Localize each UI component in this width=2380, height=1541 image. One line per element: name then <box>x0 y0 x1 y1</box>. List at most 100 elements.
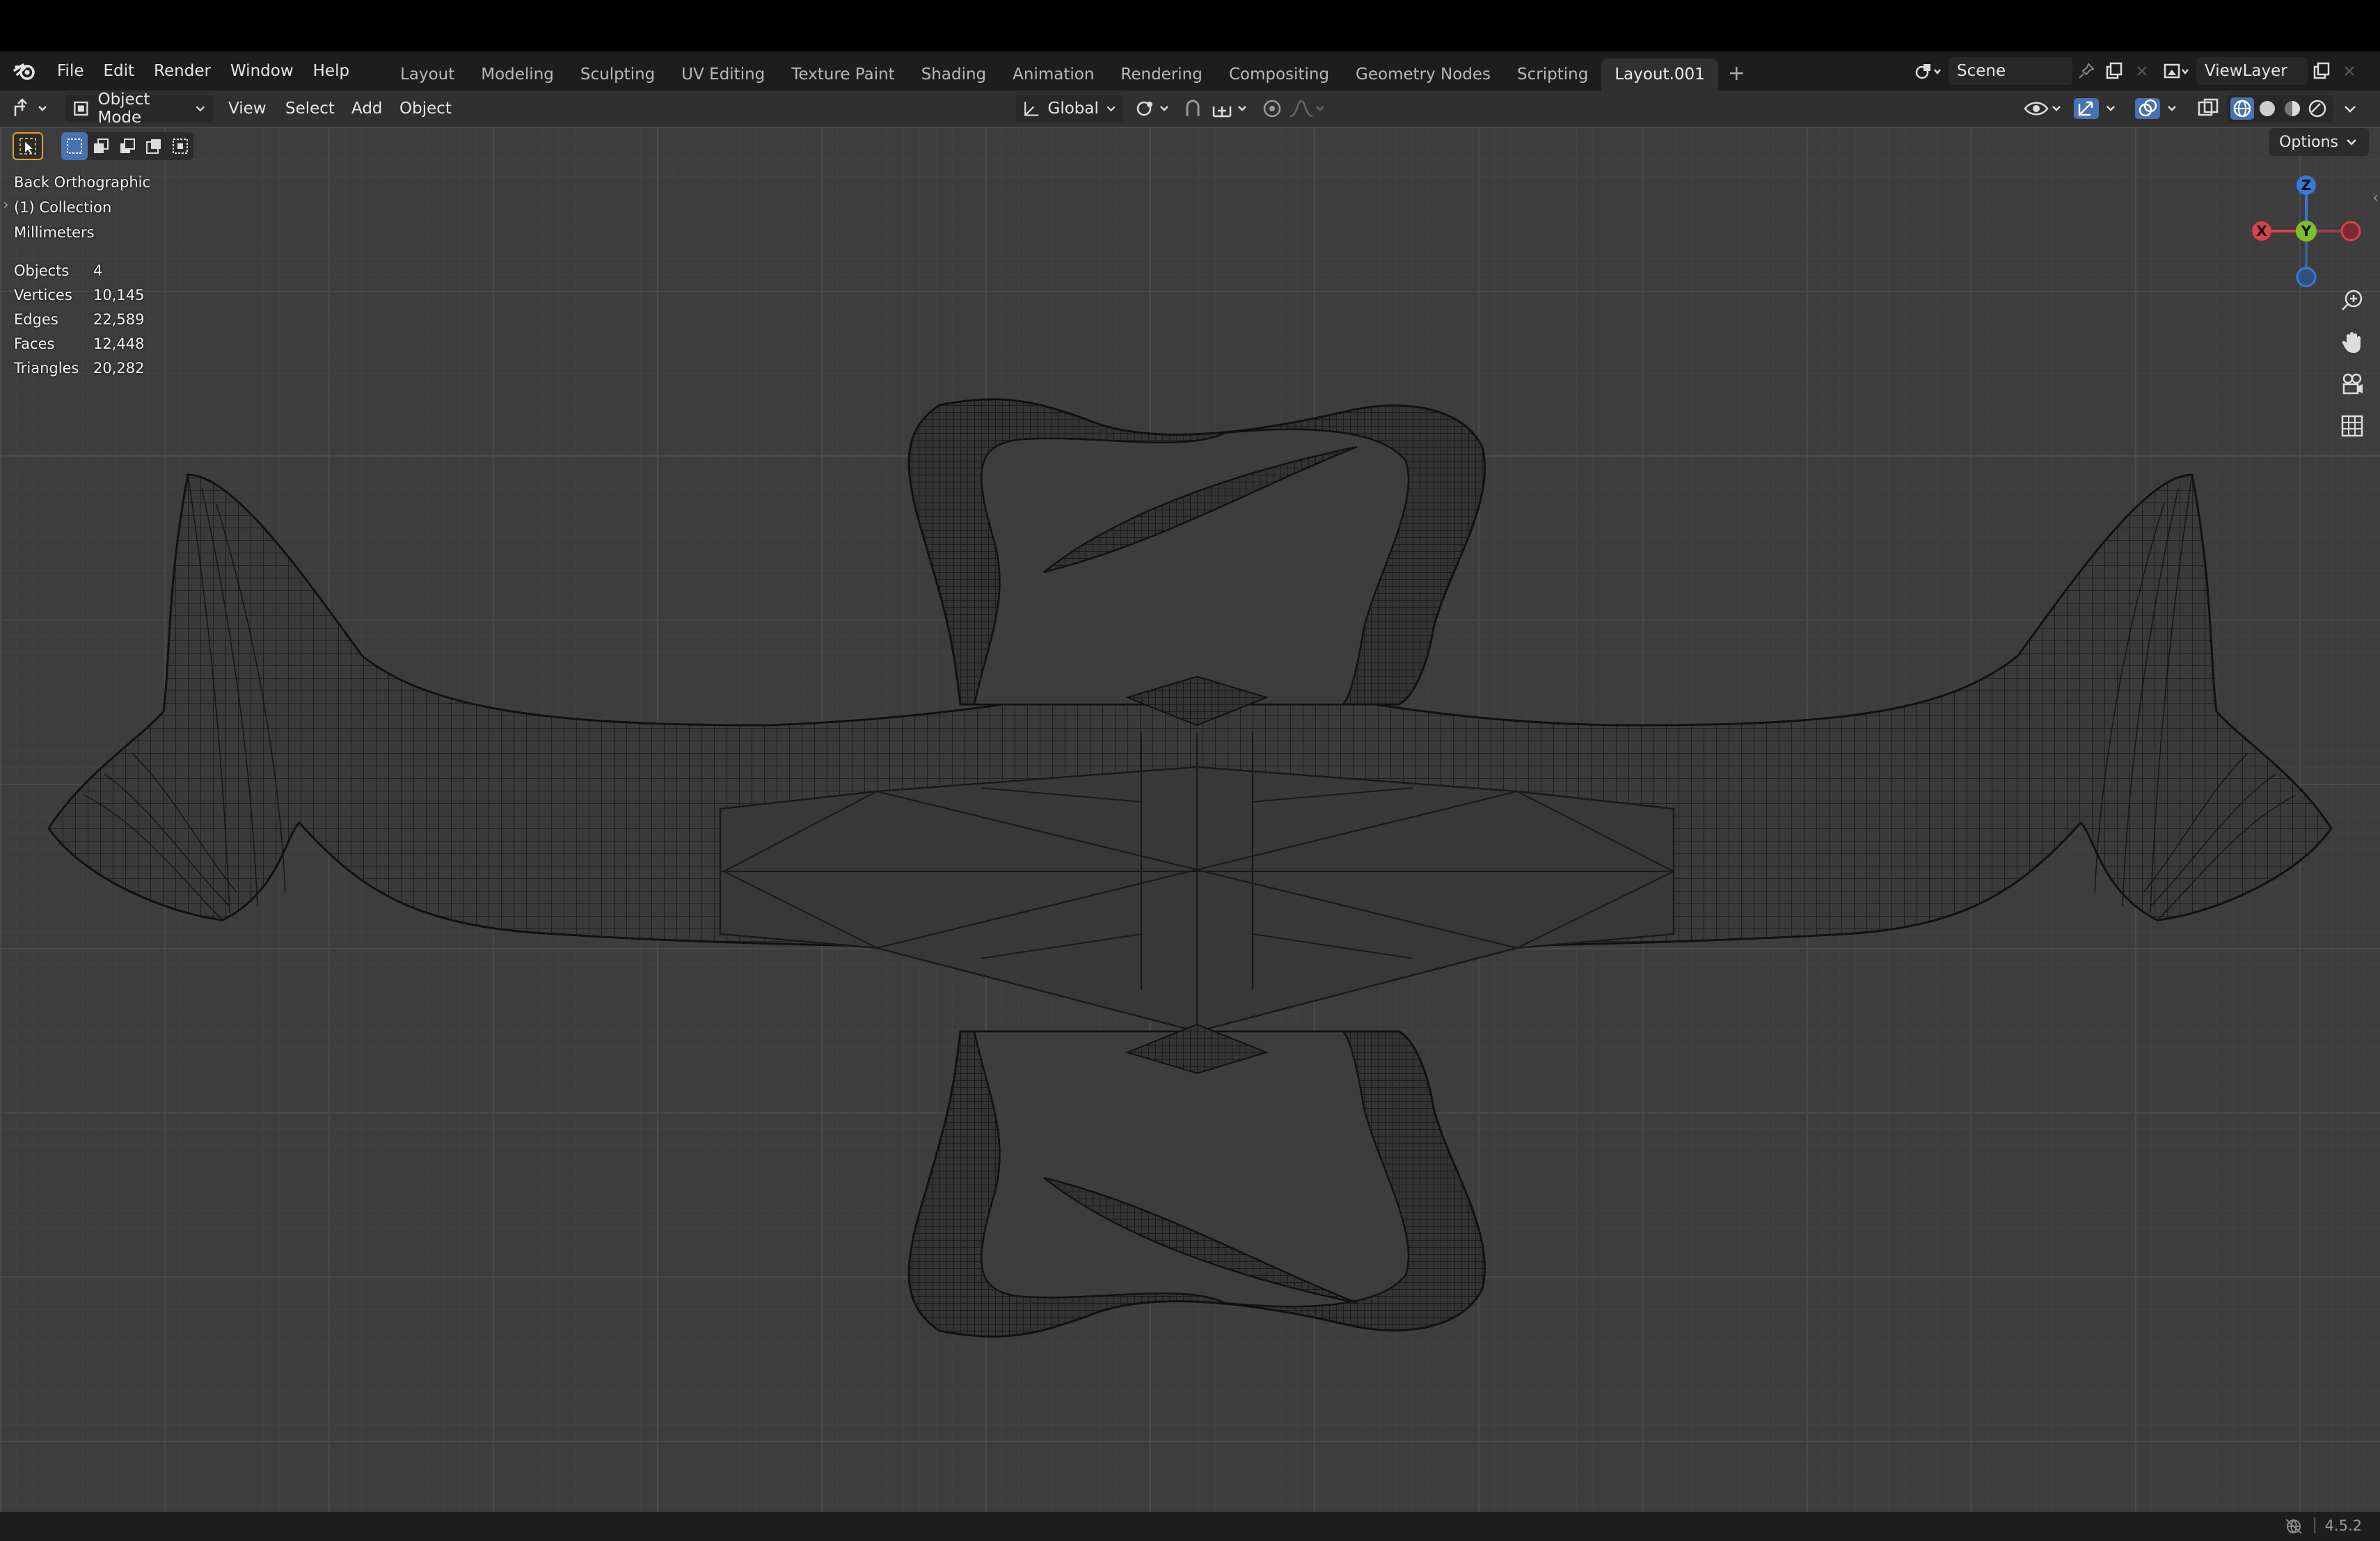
menu-window[interactable]: Window <box>221 52 303 90</box>
menu-view[interactable]: View <box>228 95 267 123</box>
wireframe-shading-icon[interactable] <box>2230 97 2255 120</box>
neg-x-axis-handle[interactable] <box>2340 221 2361 242</box>
camera-view-icon[interactable] <box>2338 370 2366 398</box>
mode-selector[interactable]: Object Mode <box>65 90 213 127</box>
y-axis-label: Y <box>2301 223 2312 239</box>
new-scene-icon[interactable] <box>2100 57 2128 85</box>
status-divider: | <box>2312 1516 2317 1533</box>
stat-value: 22,589 <box>93 311 145 328</box>
stat-label: Faces <box>14 335 55 352</box>
stat-value: 10,145 <box>93 287 145 303</box>
menu-render[interactable]: Render <box>144 52 221 90</box>
select-intersect-icon[interactable] <box>167 132 193 160</box>
shading-mode-group <box>2227 95 2333 123</box>
menu-object[interactable]: Object <box>399 95 452 123</box>
toolbar-expand-icon[interactable]: › <box>3 196 9 214</box>
z-axis-label: Z <box>2301 177 2312 193</box>
scene-statistics: Objects 4 Vertices 10,145 Edges 22,589 Face… <box>14 259 144 381</box>
tab-rendering[interactable]: Rendering <box>1107 58 1215 90</box>
window-top-bar <box>0 0 2380 52</box>
menu-add[interactable]: Add <box>351 95 383 123</box>
scene-name-field[interactable]: Scene <box>1949 57 2072 85</box>
tab-layout[interactable]: Layout <box>387 58 468 90</box>
menu-file[interactable]: File <box>47 52 94 90</box>
visibility-selectability-button[interactable] <box>2022 95 2065 123</box>
select-box-tool-icon[interactable] <box>13 132 43 160</box>
stat-row: Edges 22,589 <box>14 308 144 332</box>
tab-uv-editing[interactable]: UV Editing <box>668 58 778 90</box>
falloff-button[interactable] <box>1287 95 1331 123</box>
tab-scripting[interactable]: Scripting <box>1504 58 1601 90</box>
zoom-icon[interactable] <box>2338 287 2366 315</box>
xray-toggle-icon[interactable] <box>2196 95 2221 123</box>
options-dropdown[interactable]: Options <box>2269 128 2369 156</box>
tab-modeling[interactable]: Modeling <box>468 58 567 90</box>
menu-select[interactable]: Select <box>285 95 335 123</box>
select-new-icon[interactable] <box>61 132 88 160</box>
navigation-tools <box>2338 287 2366 440</box>
snap-toggle-icon[interactable] <box>1180 95 1208 123</box>
scene-name: Scene <box>1957 62 2006 80</box>
add-workspace-button[interactable]: + <box>1718 58 1755 90</box>
scene-selector: Scene <box>1910 56 2156 86</box>
tab-shading[interactable]: Shading <box>908 58 999 90</box>
delete-scene-icon[interactable] <box>2128 57 2156 85</box>
stat-value: 4 <box>93 262 103 279</box>
x-axis-label: X <box>2256 223 2267 239</box>
chevron-down-icon <box>1106 106 1116 112</box>
selection-mode-group <box>61 132 193 160</box>
scene-browse-icon[interactable] <box>1910 57 1949 85</box>
tab-sculpting[interactable]: Sculpting <box>567 58 668 90</box>
pin-icon[interactable] <box>2072 57 2100 85</box>
mesh-wireframe[interactable] <box>0 127 2380 1512</box>
tab-animation[interactable]: Animation <box>999 58 1107 90</box>
stat-row: Triangles 20,282 <box>14 356 144 381</box>
tab-geometry-nodes[interactable]: Geometry Nodes <box>1342 58 1504 90</box>
menu-edit[interactable]: Edit <box>94 52 145 90</box>
select-subtract-icon[interactable] <box>114 132 141 160</box>
grid-projection-icon[interactable] <box>2338 412 2366 440</box>
stat-row: Objects 4 <box>14 259 144 283</box>
tab-compositing[interactable]: Compositing <box>1216 58 1342 90</box>
mode-label: Object Mode <box>97 90 150 127</box>
tab-texture-paint[interactable]: Texture Paint <box>778 58 907 90</box>
gizmo-toggle-icon[interactable] <box>2072 95 2121 123</box>
tab-layout-001[interactable]: Layout.001 <box>1601 58 1718 90</box>
viewlayer-name: ViewLayer <box>2205 62 2287 80</box>
editor-type-button[interactable] <box>11 95 53 123</box>
active-collection: (1) Collection <box>14 199 112 216</box>
viewlayer-selector: ViewLayer <box>2157 56 2363 86</box>
transform-orientation[interactable]: Global <box>1016 95 1123 123</box>
shading-options-button[interactable] <box>2341 95 2361 123</box>
rendered-shading-icon[interactable] <box>2305 97 2330 120</box>
menu-help[interactable]: Help <box>303 52 359 90</box>
select-extend-icon[interactable] <box>88 132 114 160</box>
viewlayer-name-field[interactable]: ViewLayer <box>2196 57 2308 85</box>
neg-z-axis-handle[interactable] <box>2296 267 2317 287</box>
viewlayer-browse-icon[interactable] <box>2157 57 2196 85</box>
status-bar: | 4.5.2 <box>0 1512 2380 1541</box>
orientation-label: Global <box>1047 100 1099 118</box>
chevron-down-icon <box>2347 139 2356 145</box>
navigation-gizmo[interactable]: Z X Y <box>2241 168 2366 294</box>
solid-shading-icon[interactable] <box>2255 97 2280 120</box>
orientation-icon <box>1024 102 1039 116</box>
pivot-point-button[interactable] <box>1133 95 1175 123</box>
3d-viewport[interactable]: › ‹ Back Orthographic (1) Collection Mil… <box>0 127 2380 1512</box>
workspace-tabs: Layout Modeling Sculpting UV Editing Tex… <box>387 52 1755 90</box>
overlays-toggle-icon[interactable] <box>2134 95 2182 123</box>
delete-viewlayer-icon[interactable] <box>2335 57 2363 85</box>
snap-target-button[interactable] <box>1209 95 1253 123</box>
proportional-edit-icon[interactable] <box>1258 95 1286 123</box>
sidebar-expand-icon[interactable]: ‹ <box>2372 189 2379 207</box>
material-shading-icon[interactable] <box>2280 97 2305 120</box>
viewport-info-overlay: Back Orthographic (1) Collection Millime… <box>14 170 150 245</box>
new-viewlayer-icon[interactable] <box>2308 57 2335 85</box>
blender-logo-icon[interactable] <box>10 56 40 86</box>
stat-value: 12,448 <box>93 335 145 352</box>
pan-hand-icon[interactable] <box>2338 329 2366 356</box>
select-invert-icon[interactable] <box>141 132 167 160</box>
stat-row: Vertices 10,145 <box>14 283 144 308</box>
unit-system: Millimeters <box>14 224 95 241</box>
object-mode-icon <box>74 101 88 116</box>
